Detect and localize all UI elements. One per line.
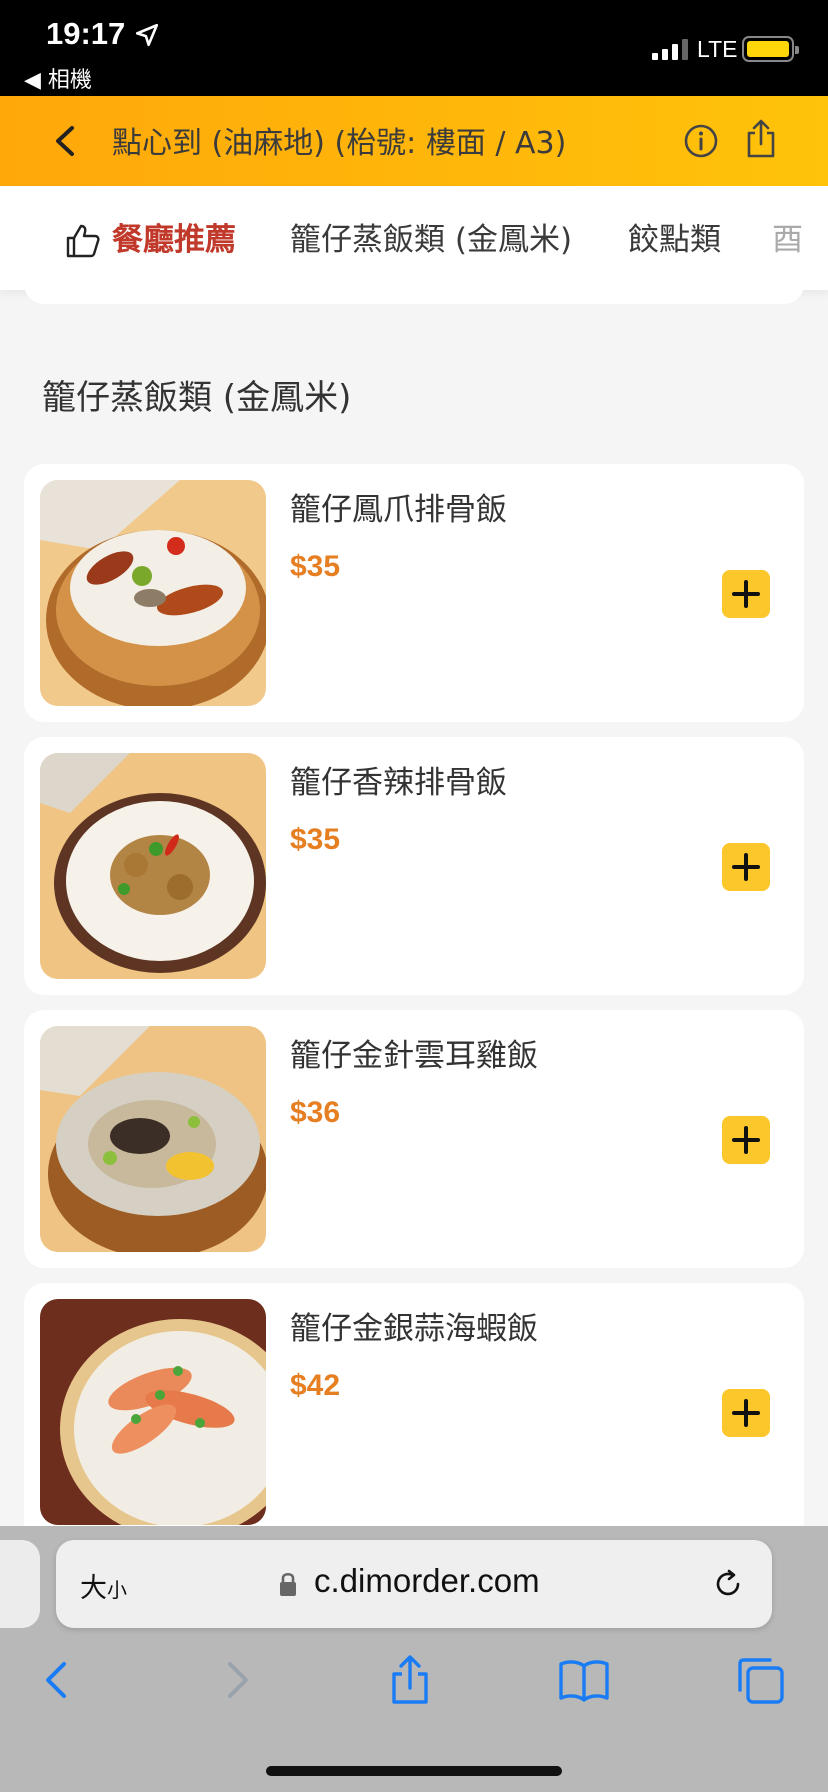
item-price: $35 <box>290 823 341 856</box>
battery-icon <box>742 36 799 62</box>
add-to-cart-button[interactable] <box>722 1116 770 1164</box>
text-size-large: 大 <box>80 1573 107 1604</box>
add-to-cart-button[interactable] <box>722 843 770 891</box>
back-to-app-link[interactable]: ◀ 相機 <box>24 62 92 94</box>
category-tabs: 餐廳推薦 籠仔蒸飯類 (金鳳米) 餃點類 酉 <box>0 186 828 290</box>
plus-icon <box>732 580 760 608</box>
text-size-small: 小 <box>107 1578 127 1602</box>
info-icon[interactable] <box>682 122 720 160</box>
tab-next-partial[interactable]: 酉 <box>772 214 803 259</box>
plus-icon <box>732 1399 760 1427</box>
add-to-cart-button[interactable] <box>722 570 770 618</box>
section-title: 籠仔蒸飯類 (金鳳米) <box>42 378 352 418</box>
share-sheet-icon[interactable] <box>382 1652 438 1708</box>
menu-item-card[interactable]: 籠仔鳳爪排骨飯 $35 <box>24 464 804 722</box>
home-indicator <box>266 1766 562 1776</box>
address-bar[interactable]: 大小 c.dimorder.com <box>56 1540 772 1628</box>
thumbs-up-icon <box>66 224 100 258</box>
item-name: 籠仔金針雲耳雞飯 <box>290 1038 538 1074</box>
network-type: LTE <box>697 36 738 62</box>
browser-back-icon[interactable] <box>30 1652 86 1708</box>
previous-card-edge <box>24 280 804 304</box>
item-name: 籠仔鳳爪排骨飯 <box>290 492 507 528</box>
share-icon[interactable] <box>742 118 780 160</box>
signal-strength-icon <box>652 38 688 60</box>
item-name: 籠仔金銀蒜海蝦飯 <box>290 1311 538 1347</box>
item-price: $42 <box>290 1369 341 1402</box>
bookmarks-icon[interactable] <box>556 1652 612 1708</box>
item-price: $36 <box>290 1096 341 1129</box>
plus-icon <box>732 1126 760 1154</box>
food-photo <box>40 480 266 706</box>
item-name: 籠仔香辣排骨飯 <box>290 765 507 801</box>
food-photo <box>40 753 266 979</box>
tabs-icon[interactable] <box>732 1652 788 1708</box>
restaurant-title: 點心到 (油麻地) (枱號: 樓面 / A3) <box>112 126 567 161</box>
status-bar: 19:17 ◀ 相機 LTE <box>0 0 828 96</box>
reload-icon[interactable] <box>710 1566 746 1602</box>
add-to-cart-button[interactable] <box>722 1389 770 1437</box>
tab-recommended[interactable]: 餐廳推薦 <box>112 214 236 259</box>
tab-dumplings[interactable]: 餃點類 <box>628 214 721 259</box>
previous-tab-stub[interactable] <box>0 1540 40 1628</box>
browser-forward-icon[interactable] <box>208 1652 264 1708</box>
menu-item-card[interactable]: 籠仔香辣排骨飯 $35 <box>24 737 804 995</box>
status-time: 19:17 <box>46 16 126 51</box>
back-chevron-icon[interactable] <box>46 120 86 162</box>
menu-item-card[interactable]: 籠仔金銀蒜海蝦飯 $42 <box>24 1283 804 1541</box>
restaurant-header: 點心到 (油麻地) (枱號: 樓面 / A3) <box>0 96 828 186</box>
lock-icon <box>280 1572 296 1596</box>
food-photo <box>40 1026 266 1252</box>
tab-steamed-rice[interactable]: 籠仔蒸飯類 (金鳳米) <box>290 214 572 259</box>
plus-icon <box>732 853 760 881</box>
text-size-button[interactable]: 大小 <box>80 1566 127 1605</box>
url-text: c.dimorder.com <box>314 1562 540 1599</box>
location-arrow-icon <box>135 23 159 47</box>
menu-item-card[interactable]: 籠仔金針雲耳雞飯 $36 <box>24 1010 804 1268</box>
item-price: $35 <box>290 550 341 583</box>
food-photo <box>40 1299 266 1525</box>
